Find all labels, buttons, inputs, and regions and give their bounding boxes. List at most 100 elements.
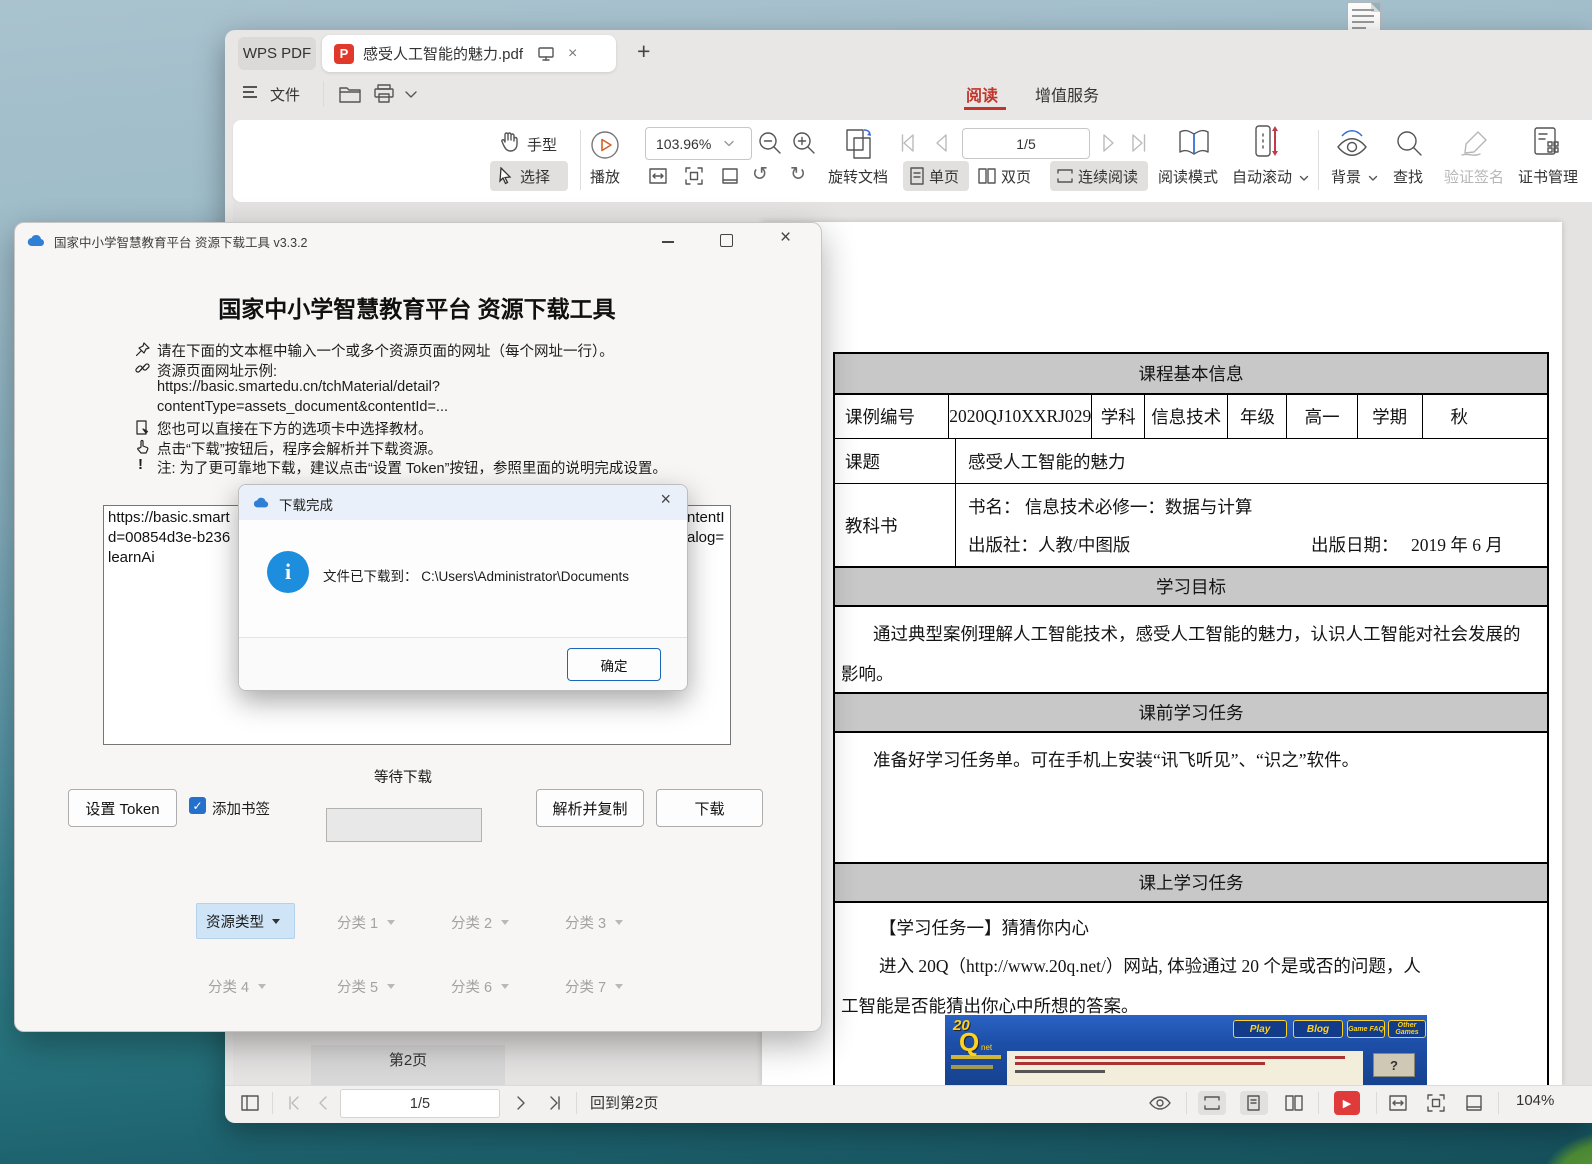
add-bookmark-label[interactable]: 添加书签 bbox=[212, 798, 270, 819]
toolbar-separator-2 bbox=[1318, 130, 1319, 190]
status-separator-6 bbox=[1498, 1092, 1499, 1114]
rotate-document-icon[interactable] bbox=[842, 126, 878, 162]
play-button-icon[interactable] bbox=[589, 129, 621, 161]
add-bookmark-checkbox[interactable]: ✓ bbox=[189, 797, 206, 814]
new-tab-button[interactable]: + bbox=[637, 38, 650, 65]
download-button[interactable]: 下载 bbox=[656, 789, 763, 827]
embed-20q-logo-net: net bbox=[981, 1043, 992, 1052]
resource-type-dropdown[interactable]: 资源类型 bbox=[196, 903, 295, 939]
ribbon-tab-vas[interactable]: 增值服务 bbox=[1035, 82, 1099, 106]
embedded-20q-image: 20 Q net Play Blog Game FAQ Other Games … bbox=[945, 1015, 1427, 1085]
hand-tool-label[interactable]: 手型 bbox=[527, 134, 557, 155]
read-mode-icon[interactable] bbox=[1176, 126, 1212, 160]
fit-page-icon[interactable] bbox=[684, 166, 704, 186]
status-fit-page-icon[interactable] bbox=[1426, 1093, 1446, 1113]
dialog-info-icon: i bbox=[267, 551, 309, 593]
find-icon[interactable] bbox=[1394, 128, 1424, 158]
status-single-page-icon[interactable] bbox=[1240, 1091, 1268, 1115]
embed-button-blog: Blog bbox=[1293, 1020, 1343, 1038]
status-last-page-icon[interactable] bbox=[545, 1094, 563, 1112]
dialog-ok-button[interactable]: 确定 bbox=[567, 648, 661, 681]
chevron-down-icon[interactable] bbox=[404, 90, 418, 100]
pdf-file-icon: P bbox=[334, 44, 354, 64]
set-token-button[interactable]: 设置 Token bbox=[68, 789, 177, 827]
status-continuous-icon[interactable] bbox=[1198, 1091, 1226, 1115]
dialog-titlebar[interactable]: 下载完成 × bbox=[239, 485, 687, 520]
sidebar-toggle-icon[interactable] bbox=[240, 1094, 260, 1112]
doc-tab-close-icon[interactable]: × bbox=[568, 45, 577, 63]
status-fit-width-icon[interactable] bbox=[1388, 1093, 1408, 1113]
tool-close-icon[interactable]: × bbox=[780, 227, 791, 249]
double-page-button[interactable]: 双页 bbox=[975, 161, 1045, 191]
embed-20q-logo-q: Q bbox=[959, 1027, 979, 1058]
category-2-dropdown: 分类 2 bbox=[451, 912, 509, 933]
auto-scroll-icon[interactable] bbox=[1252, 124, 1280, 160]
dialog-close-icon[interactable]: × bbox=[660, 489, 671, 510]
minimize-icon[interactable] bbox=[662, 241, 674, 243]
status-zoom-value[interactable]: 104% bbox=[1516, 1092, 1554, 1109]
status-eye-icon[interactable] bbox=[1148, 1094, 1172, 1112]
check-icon: ✓ bbox=[192, 799, 202, 813]
wps-doc-tab[interactable]: P 感受人工智能的魅力.pdf × bbox=[322, 35, 616, 72]
status-separator-1 bbox=[272, 1092, 273, 1114]
next-page-icon[interactable] bbox=[1096, 131, 1120, 155]
read-mode-label[interactable]: 阅读模式 bbox=[1158, 166, 1218, 187]
wps-app-tab[interactable]: WPS PDF bbox=[238, 37, 316, 70]
embed-button-play: Play bbox=[1233, 1020, 1287, 1038]
zoom-value: 103.96% bbox=[656, 136, 711, 152]
cert-manager-label[interactable]: 证书管理 bbox=[1518, 166, 1578, 187]
rotate-right-icon[interactable]: ↻ bbox=[790, 163, 806, 186]
find-label[interactable]: 查找 bbox=[1393, 166, 1423, 187]
rotate-document-label[interactable]: 旋转文档 bbox=[828, 166, 888, 187]
rotate-left-icon[interactable]: ↺ bbox=[752, 163, 768, 186]
fit-visible-icon[interactable] bbox=[720, 166, 740, 186]
last-page-icon[interactable] bbox=[1126, 131, 1150, 155]
play-label[interactable]: 播放 bbox=[590, 166, 620, 187]
cert-manager-icon[interactable] bbox=[1532, 126, 1562, 160]
chevron-down-icon bbox=[1299, 175, 1309, 182]
hand-tool-icon[interactable] bbox=[498, 130, 520, 152]
ribbon-tab-read[interactable]: 阅读 bbox=[966, 82, 998, 106]
prev-page-icon[interactable] bbox=[930, 131, 954, 155]
status-page-input[interactable]: 1/5 bbox=[340, 1089, 500, 1118]
pdf-table-row-1: 课例编号 2020QJ10XXRJ029 学科 信息技术 年级 高一 学期 秋 bbox=[835, 395, 1547, 439]
dropdown-arrow-icon bbox=[387, 984, 395, 989]
pdf-table-header-pretask: 课前学习任务 bbox=[835, 692, 1547, 733]
first-page-icon[interactable] bbox=[898, 131, 922, 155]
status-play-button[interactable]: ▶ bbox=[1334, 1091, 1360, 1115]
zoom-in-icon[interactable] bbox=[790, 129, 818, 157]
embed-button-other: Other Games bbox=[1388, 1020, 1426, 1038]
dropdown-arrow-icon bbox=[501, 920, 509, 925]
auto-scroll-label[interactable]: 自动滚动 bbox=[1232, 166, 1309, 187]
page-number-value: 1/5 bbox=[1016, 136, 1035, 152]
parse-copy-button[interactable]: 解析并复制 bbox=[536, 789, 644, 827]
open-folder-icon[interactable] bbox=[338, 84, 362, 104]
zoom-select[interactable]: 103.96% bbox=[645, 127, 752, 160]
embed-content-panel bbox=[1007, 1051, 1363, 1085]
status-prev-page-icon bbox=[314, 1094, 332, 1112]
double-page-label: 双页 bbox=[1001, 166, 1031, 187]
background-eye-icon[interactable] bbox=[1334, 128, 1370, 160]
toolbar-separator bbox=[580, 130, 581, 190]
download-complete-dialog: 下载完成 × i 文件已下载到： C:\Users\Administrator\… bbox=[238, 484, 688, 691]
status-next-page-icon[interactable] bbox=[512, 1094, 530, 1112]
zoom-out-icon[interactable] bbox=[756, 129, 784, 157]
continuous-read-button[interactable]: 连续阅读 bbox=[1050, 161, 1148, 191]
print-icon[interactable] bbox=[372, 84, 396, 104]
single-page-button[interactable]: 单页 bbox=[903, 161, 969, 191]
menu-file[interactable]: 文件 bbox=[270, 84, 300, 105]
embed-help-button: ? bbox=[1373, 1053, 1415, 1077]
continuous-read-label: 连续阅读 bbox=[1078, 166, 1138, 187]
fit-width-icon[interactable] bbox=[648, 166, 668, 186]
select-tool[interactable]: 选择 bbox=[490, 161, 568, 191]
main-menu-icon[interactable] bbox=[243, 86, 259, 98]
status-fit-visible-icon[interactable] bbox=[1464, 1093, 1484, 1113]
tool-titlebar[interactable]: 国家中小学智慧教育平台 资源下载工具 v3.3.2 × bbox=[14, 222, 820, 260]
background-label[interactable]: 背景 bbox=[1331, 166, 1378, 187]
monitor-icon[interactable] bbox=[537, 46, 555, 62]
status-double-page-icon[interactable] bbox=[1284, 1094, 1304, 1112]
page-number-input[interactable]: 1/5 bbox=[962, 128, 1090, 159]
back-to-page2-button[interactable]: 回到第2页 bbox=[590, 1092, 658, 1113]
select-cursor-icon bbox=[497, 167, 515, 185]
maximize-icon[interactable] bbox=[720, 234, 733, 247]
